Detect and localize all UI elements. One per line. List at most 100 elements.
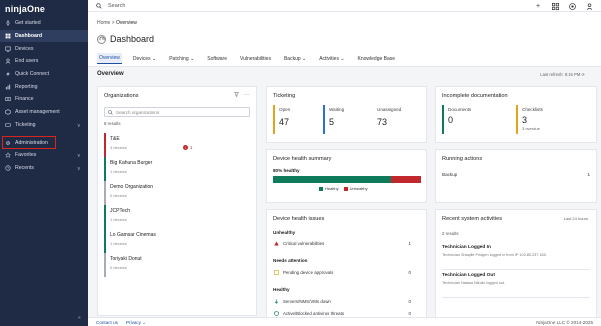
organization-name: Lo Gamsar Cinemas xyxy=(110,232,156,238)
organization-search-input[interactable]: Search organizations xyxy=(104,107,250,117)
gear-icon xyxy=(5,140,11,146)
stat-value: 0 xyxy=(448,115,454,125)
sidebar-item-reporting[interactable]: Reporting xyxy=(0,80,88,93)
tab-vulnerabilities[interactable]: Vulnerabilities xyxy=(238,54,273,64)
tab-software[interactable]: Software xyxy=(205,54,229,64)
sidebar-item-label: End users xyxy=(15,58,39,65)
organization-device-count: 0 devices xyxy=(110,265,127,270)
activity-time-range[interactable]: Last 24 hours xyxy=(564,216,588,221)
ticket-stat-waiting[interactable]: Waiting 5 xyxy=(323,105,369,134)
contact-us-link[interactable]: Contact us xyxy=(96,320,118,326)
ninjaone-logo[interactable]: ninjaOne xyxy=(0,0,88,17)
users-icon xyxy=(5,58,11,65)
pending-icon xyxy=(273,270,279,275)
chevron-down-icon[interactable]: v xyxy=(78,123,81,129)
ticket-stat-unassigned[interactable]: Unassigned 73 xyxy=(371,105,417,134)
incomplete-documentation-card: Incomplete documentation Documents 0 Che… xyxy=(435,86,597,143)
health-bar-unhealthy xyxy=(391,176,421,183)
issue-row[interactable]: Pending device approvals 0 xyxy=(273,270,421,275)
sidebar: ninjaOne Get started Dashboard Devices E… xyxy=(0,0,88,326)
plus-icon[interactable]: + xyxy=(534,2,542,10)
activity-title: Technician Logged In xyxy=(442,245,491,250)
activity-item[interactable]: Technician Logged Out Technician Natasa … xyxy=(442,270,590,298)
sidebar-item-label: Recents xyxy=(15,164,35,171)
card-title: Device health summary xyxy=(273,156,332,162)
running-actions-card: Running actions Backup 1 xyxy=(435,149,597,203)
tab-activities[interactable]: Activities ⌄ xyxy=(317,54,346,64)
chart-icon xyxy=(5,84,11,90)
activity-detail: Technician Natasa Nikolic logged out. xyxy=(442,281,506,285)
activity-item[interactable]: Technician Logged In Technician Shaqille… xyxy=(442,242,590,270)
healthy-percent: 80% healthy xyxy=(273,168,300,173)
sidebar-item-ticketing[interactable]: Ticketing v xyxy=(0,119,88,132)
breadcrumb-home[interactable]: Home xyxy=(97,20,110,26)
sidebar-item-finance[interactable]: Finance xyxy=(0,93,88,106)
chevron-down-icon[interactable]: v xyxy=(78,166,81,172)
monitor-icon xyxy=(5,46,11,52)
organization-device-count: 1 devices xyxy=(110,241,127,246)
sidebar-item-devices[interactable]: Devices xyxy=(0,42,88,55)
grid-icon[interactable] xyxy=(551,2,559,10)
search-icon xyxy=(96,2,102,9)
filter-icon[interactable] xyxy=(234,92,239,99)
collapse-sidebar-button[interactable]: « xyxy=(78,315,81,321)
chevron-down-icon[interactable]: v xyxy=(78,153,81,159)
privacy-link[interactable]: Privacy ⌄ xyxy=(126,320,146,326)
sidebar-item-asset-management[interactable]: Asset management xyxy=(0,106,88,119)
doc-stat-documents[interactable]: Documents 0 xyxy=(442,105,510,134)
tab-patching[interactable]: Patching ⌄ xyxy=(167,54,196,64)
user-icon[interactable] xyxy=(585,2,593,10)
issue-row[interactable]: Critical vulnerabilities 1 xyxy=(273,241,421,246)
section-heading-needs-attention: Needs attention xyxy=(273,258,308,263)
sidebar-item-label: Devices xyxy=(15,45,34,52)
stat-value: 3 xyxy=(522,115,528,125)
ticket-icon xyxy=(5,122,11,128)
card-title: Organizations xyxy=(104,93,139,99)
alert-badge: ! 1 xyxy=(183,145,192,150)
organization-list-item[interactable]: JCPTech 1 devices xyxy=(104,205,250,229)
organization-device-count: 1 devices xyxy=(110,169,127,174)
search-label: Search xyxy=(108,2,126,9)
action-label: Backup xyxy=(442,172,458,177)
warning-icon xyxy=(273,241,279,246)
more-icon[interactable]: ⋯ xyxy=(244,92,249,99)
doc-stat-checklists[interactable]: Checklists 3 3 overdue xyxy=(516,105,584,134)
help-icon[interactable] xyxy=(568,2,576,10)
global-search[interactable]: Search xyxy=(88,3,125,9)
sidebar-item-dashboard[interactable]: Dashboard xyxy=(0,29,88,43)
issue-count: 0 xyxy=(408,311,411,316)
sidebar-item-administration[interactable]: Administration xyxy=(2,136,56,149)
stat-sublabel: 3 overdue xyxy=(522,126,540,131)
tab-knowledge-base[interactable]: Knowledge Base xyxy=(356,54,398,64)
organization-list-item[interactable]: Toriyaki Donut 0 devices xyxy=(104,253,250,277)
section-heading-healthy: Healthy xyxy=(273,287,290,292)
tab-overview[interactable]: Overview xyxy=(97,53,122,64)
organization-list-item[interactable]: Demo Organization 0 devices xyxy=(104,181,250,205)
last-refresh[interactable]: Last refresh: 8:15 PM ⟳ xyxy=(540,72,585,77)
health-bar[interactable] xyxy=(273,176,421,183)
search-icon xyxy=(108,109,113,115)
rocket-icon xyxy=(5,20,11,27)
organization-list-item[interactable]: T&E 3 devices ! 1 xyxy=(104,133,250,157)
sidebar-item-get-started[interactable]: Get started xyxy=(0,17,88,30)
tab-devices[interactable]: Devices ⌄ xyxy=(131,54,158,64)
ticket-stat-open[interactable]: Open 47 xyxy=(273,105,319,134)
sidebar-item-favorites[interactable]: Favorites v xyxy=(0,149,88,162)
tab-backup[interactable]: Backup ⌄ xyxy=(282,54,308,64)
arrow-down-icon xyxy=(273,299,279,304)
organization-list-item[interactable]: Lo Gamsar Cinemas 1 devices xyxy=(104,229,250,253)
stat-label: Waiting xyxy=(329,107,345,112)
issue-row[interactable]: Servers/NMS/VMs down 0 xyxy=(273,299,421,304)
copyright: NinjaOne LLC © 2014-2025 xyxy=(536,320,593,325)
breadcrumb-separator: > xyxy=(111,20,115,26)
sidebar-item-end-users[interactable]: End users xyxy=(0,55,88,68)
issue-row[interactable]: Active/Blocked antivirus threats 0 xyxy=(273,311,421,316)
organization-device-count: 1 devices xyxy=(110,217,127,222)
organization-list-item[interactable]: Big Kahuna Burger 1 devices xyxy=(104,157,250,181)
sidebar-item-recents[interactable]: Recents v xyxy=(0,162,88,175)
sidebar-item-quick-connect[interactable]: Quick Connect xyxy=(0,68,88,81)
running-action-row[interactable]: Backup 1 xyxy=(442,172,590,177)
stat-value: 5 xyxy=(329,117,335,127)
organization-list: T&E 3 devices ! 1 Big Kahuna Burger 1 de… xyxy=(104,133,250,277)
activity-detail: Technician Shaqille Pridgen logged in fr… xyxy=(442,253,547,257)
